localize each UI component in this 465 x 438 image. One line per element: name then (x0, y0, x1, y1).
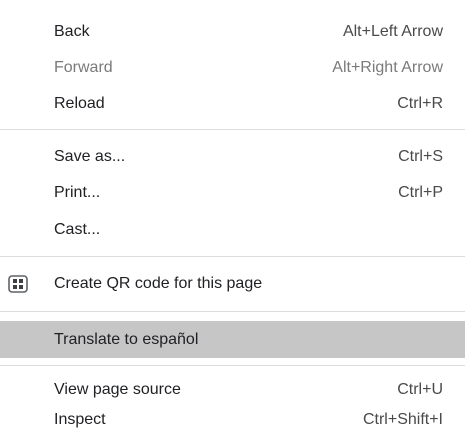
menu-item-shortcut: Ctrl+Shift+I (362, 411, 443, 428)
context-menu: Back Alt+Left Arrow Forward Alt+Right Ar… (0, 0, 465, 438)
menu-item-inspect[interactable]: Inspect Ctrl+Shift+I (0, 402, 465, 438)
menu-item-shortcut: Alt+Left Arrow (342, 23, 443, 40)
menu-item-shortcut: Ctrl+P (398, 184, 443, 201)
menu-divider (0, 129, 465, 130)
menu-item-label: Forward (54, 59, 113, 76)
menu-item-forward[interactable]: Forward Alt+Right Arrow (0, 50, 465, 86)
menu-item-print[interactable]: Print... Ctrl+P (0, 175, 465, 211)
menu-divider (0, 365, 465, 366)
menu-item-back[interactable]: Back Alt+Left Arrow (0, 14, 465, 50)
menu-item-translate[interactable]: Translate to español (0, 321, 465, 358)
menu-item-shortcut: Alt+Right Arrow (332, 59, 443, 76)
menu-item-label: Print... (54, 184, 101, 201)
menu-item-label: Save as... (54, 148, 126, 165)
menu-item-shortcut: Ctrl+R (397, 95, 443, 112)
menu-item-label: View page source (54, 381, 181, 398)
menu-divider (0, 311, 465, 312)
menu-item-label: Back (54, 23, 90, 40)
menu-item-create-qr-code[interactable]: Create QR code for this page (0, 266, 465, 302)
menu-item-reload[interactable]: Reload Ctrl+R (0, 86, 465, 122)
menu-divider (0, 256, 465, 257)
menu-item-cast[interactable]: Cast... (0, 212, 465, 248)
menu-item-shortcut: Ctrl+S (398, 148, 443, 165)
menu-item-label: Create QR code for this page (54, 275, 263, 292)
menu-item-label: Inspect (54, 411, 106, 428)
menu-item-label: Cast... (54, 221, 101, 238)
menu-item-label: Reload (54, 95, 105, 112)
qr-code-icon (8, 275, 28, 293)
menu-item-label: Translate to español (54, 330, 199, 348)
menu-item-save-as[interactable]: Save as... Ctrl+S (0, 139, 465, 175)
menu-item-shortcut: Ctrl+U (397, 381, 443, 398)
